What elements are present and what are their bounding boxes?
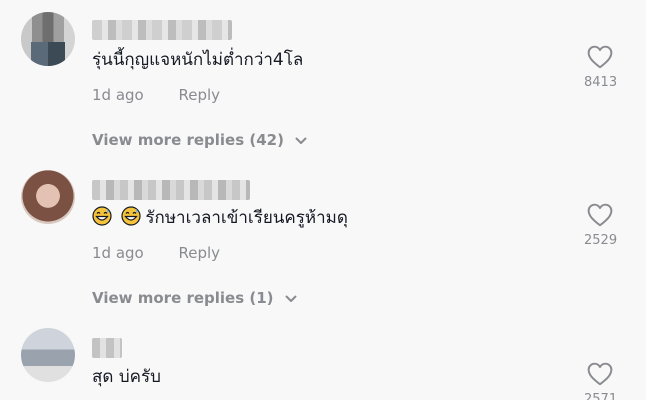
comment-meta: 1d ago Reply (92, 86, 220, 104)
like-section: 8413 (584, 45, 618, 90)
comment-time: 1d ago (92, 86, 144, 104)
grinning-sweat-emoji-icon (121, 206, 142, 226)
comment-text: รักษาเวลาเข้าเรียนครูห้ามดุ (145, 208, 348, 228)
heart-icon[interactable] (587, 45, 613, 69)
chevron-down-icon (295, 137, 307, 144)
view-more-replies-button[interactable]: View more replies (42) (92, 131, 307, 149)
comment-text: รุ่นนี้กุญแจหนักไม่ต่ำกว่า4โล (92, 50, 304, 70)
avatar[interactable] (21, 12, 75, 66)
avatar[interactable] (21, 328, 75, 382)
reply-button[interactable]: Reply (179, 86, 221, 104)
grinning-sweat-emoji-icon (92, 206, 112, 226)
view-more-replies-label: View more replies (1) (92, 289, 274, 307)
username-blurred[interactable] (92, 20, 232, 40)
chevron-down-icon (285, 295, 297, 302)
comments-panel: รุ่นนี้กุญแจหนักไม่ต่ำกว่า4โล 1d ago Rep… (0, 0, 646, 400)
like-section: 2571 (584, 362, 618, 400)
like-count: 8413 (584, 75, 618, 90)
view-more-replies-button[interactable]: View more replies (1) (92, 289, 297, 307)
username-blurred[interactable] (92, 180, 250, 200)
comment-text: สุด บ่ครับ (92, 367, 161, 387)
heart-icon[interactable] (587, 203, 613, 227)
like-count: 2529 (584, 233, 618, 248)
heart-icon[interactable] (587, 362, 613, 386)
view-more-replies-label: View more replies (42) (92, 131, 284, 149)
comment-text-row: รักษาเวลาเข้าเรียนครูห้ามดุ (92, 206, 348, 230)
username-blurred[interactable] (92, 338, 122, 358)
comment-time: 1d ago (92, 244, 144, 262)
reply-button[interactable]: Reply (179, 244, 221, 262)
comment-meta: 1d ago Reply (92, 244, 220, 262)
like-count: 2571 (584, 392, 618, 400)
avatar[interactable] (21, 170, 75, 224)
like-section: 2529 (584, 203, 618, 248)
